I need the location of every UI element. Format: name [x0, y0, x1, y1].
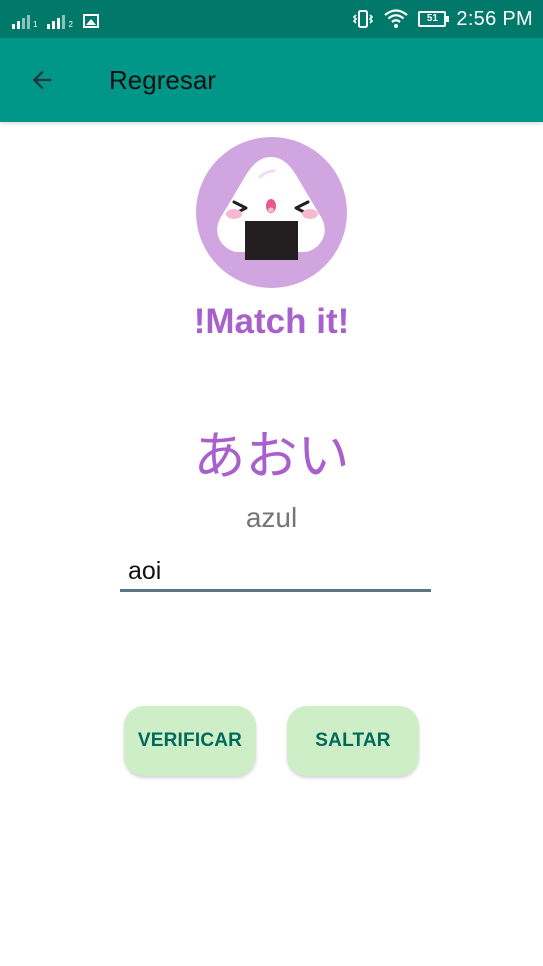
sim1-label: 1 [33, 20, 38, 29]
signal-sim1-icon: 1 [12, 13, 37, 29]
wifi-icon [384, 9, 409, 29]
skip-button[interactable]: SALTAR [287, 706, 419, 776]
kana-word: あおい [193, 427, 350, 487]
status-right: 51 2:56 PM [352, 0, 533, 38]
signal-sim2-icon: 2 [47, 13, 73, 29]
app-name-title: !Match it! [193, 302, 350, 341]
screen: 1 2 51 2:56 PM Regresar !Match it! あおい a… [0, 0, 543, 966]
app-bar: Regresar [0, 38, 543, 122]
sim2-label: 2 [68, 20, 73, 29]
answer-input[interactable] [120, 553, 431, 592]
back-button[interactable] [22, 60, 62, 100]
status-time: 2:56 PM [456, 7, 533, 30]
onigiri-mascot-icon [196, 137, 347, 288]
status-left: 1 2 [12, 9, 99, 29]
app-bar-title: Regresar [109, 65, 216, 95]
battery-icon: 51 [418, 11, 450, 27]
arrow-back-icon [32, 70, 52, 90]
word-meaning: azul [245, 502, 298, 533]
gallery-notification-icon [82, 14, 99, 28]
verify-button[interactable]: VERIFICAR [124, 706, 256, 776]
vibrate-icon [352, 9, 374, 29]
status-bar: 1 2 51 2:56 PM [0, 0, 543, 38]
